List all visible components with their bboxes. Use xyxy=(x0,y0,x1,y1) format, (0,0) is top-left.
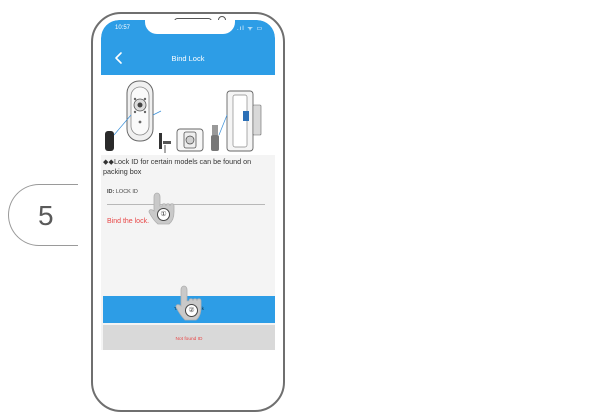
lock-id-label: ID: LOCK ID xyxy=(107,189,138,195)
screen-notch xyxy=(145,20,235,34)
step-marker-2: ② xyxy=(185,304,198,317)
status-time: 10:57 xyxy=(115,25,131,31)
lock-id-input[interactable]: LOCK ID xyxy=(116,189,138,195)
step-marker-1: ① xyxy=(157,208,170,221)
app-header: 10:57 .ıl ᯤ ▭ Bind Lock xyxy=(101,20,275,75)
step-number: 5 xyxy=(38,200,54,231)
phone-frame: 10:57 .ıl ᯤ ▭ Bind Lock ◆◆Lock ID for ce… xyxy=(91,12,285,412)
lock-id-note: ◆◆Lock ID for certain models can be foun… xyxy=(103,157,252,176)
id-label-prefix: ID: xyxy=(107,189,115,195)
page-title: Bind Lock xyxy=(171,54,205,63)
not-found-alert: Not found ID xyxy=(103,325,275,350)
status-icons: .ıl ᯤ ▭ xyxy=(237,26,264,32)
lock-models-illustration xyxy=(101,75,275,155)
lock-id-underline xyxy=(107,204,265,205)
bind-hint: Bind the lock. xyxy=(107,218,150,225)
